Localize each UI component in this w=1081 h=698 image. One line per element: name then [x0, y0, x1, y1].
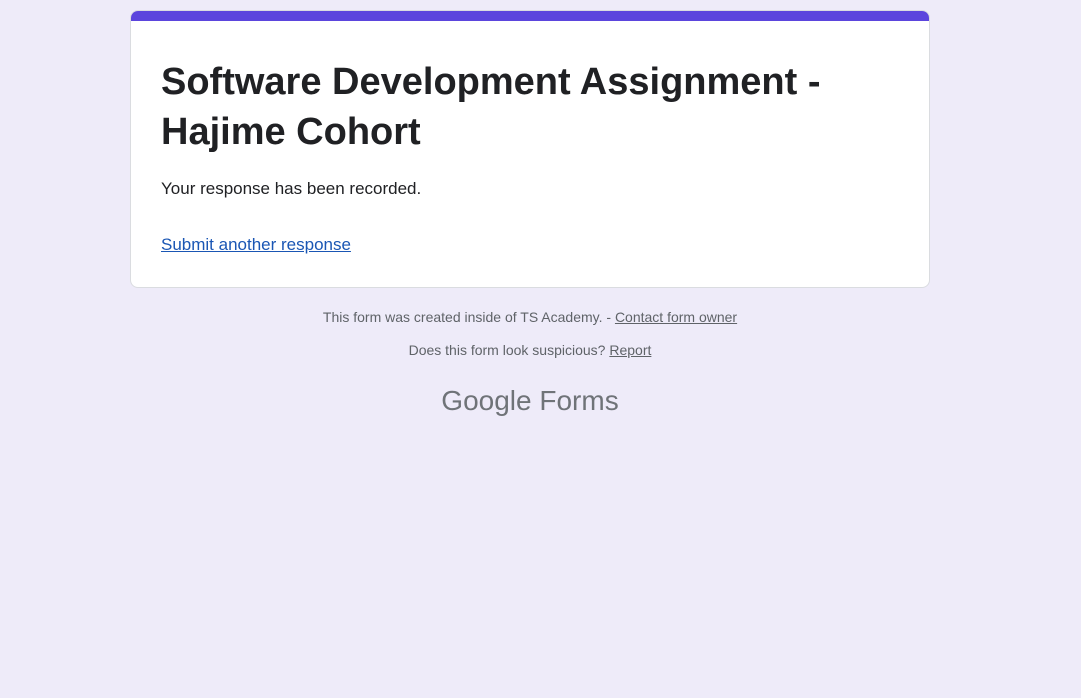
- footer-suspicious-text: Does this form look suspicious?: [408, 342, 610, 358]
- confirmation-card: Software Development Assignment - Hajime…: [130, 10, 930, 288]
- submit-another-response-link[interactable]: Submit another response: [161, 233, 351, 257]
- forms-wordmark: Forms: [539, 385, 619, 416]
- google-forms-logo[interactable]: Google Forms: [0, 383, 1060, 419]
- footer-created-text: This form was created inside of TS Acade…: [322, 309, 615, 325]
- google-wordmark: Google: [441, 385, 532, 416]
- confirmation-message: Your response has been recorded.: [161, 179, 422, 198]
- contact-form-owner-link[interactable]: Contact form owner: [615, 309, 737, 325]
- footer-suspicious-line: Does this form look suspicious? Report: [0, 340, 1060, 360]
- card-accent-bar: [131, 11, 929, 21]
- page: Software Development Assignment - Hajime…: [0, 0, 1081, 698]
- report-link[interactable]: Report: [609, 342, 651, 358]
- form-title: Software Development Assignment - Hajime…: [161, 61, 821, 153]
- footer-created-line: This form was created inside of TS Acade…: [0, 307, 1060, 327]
